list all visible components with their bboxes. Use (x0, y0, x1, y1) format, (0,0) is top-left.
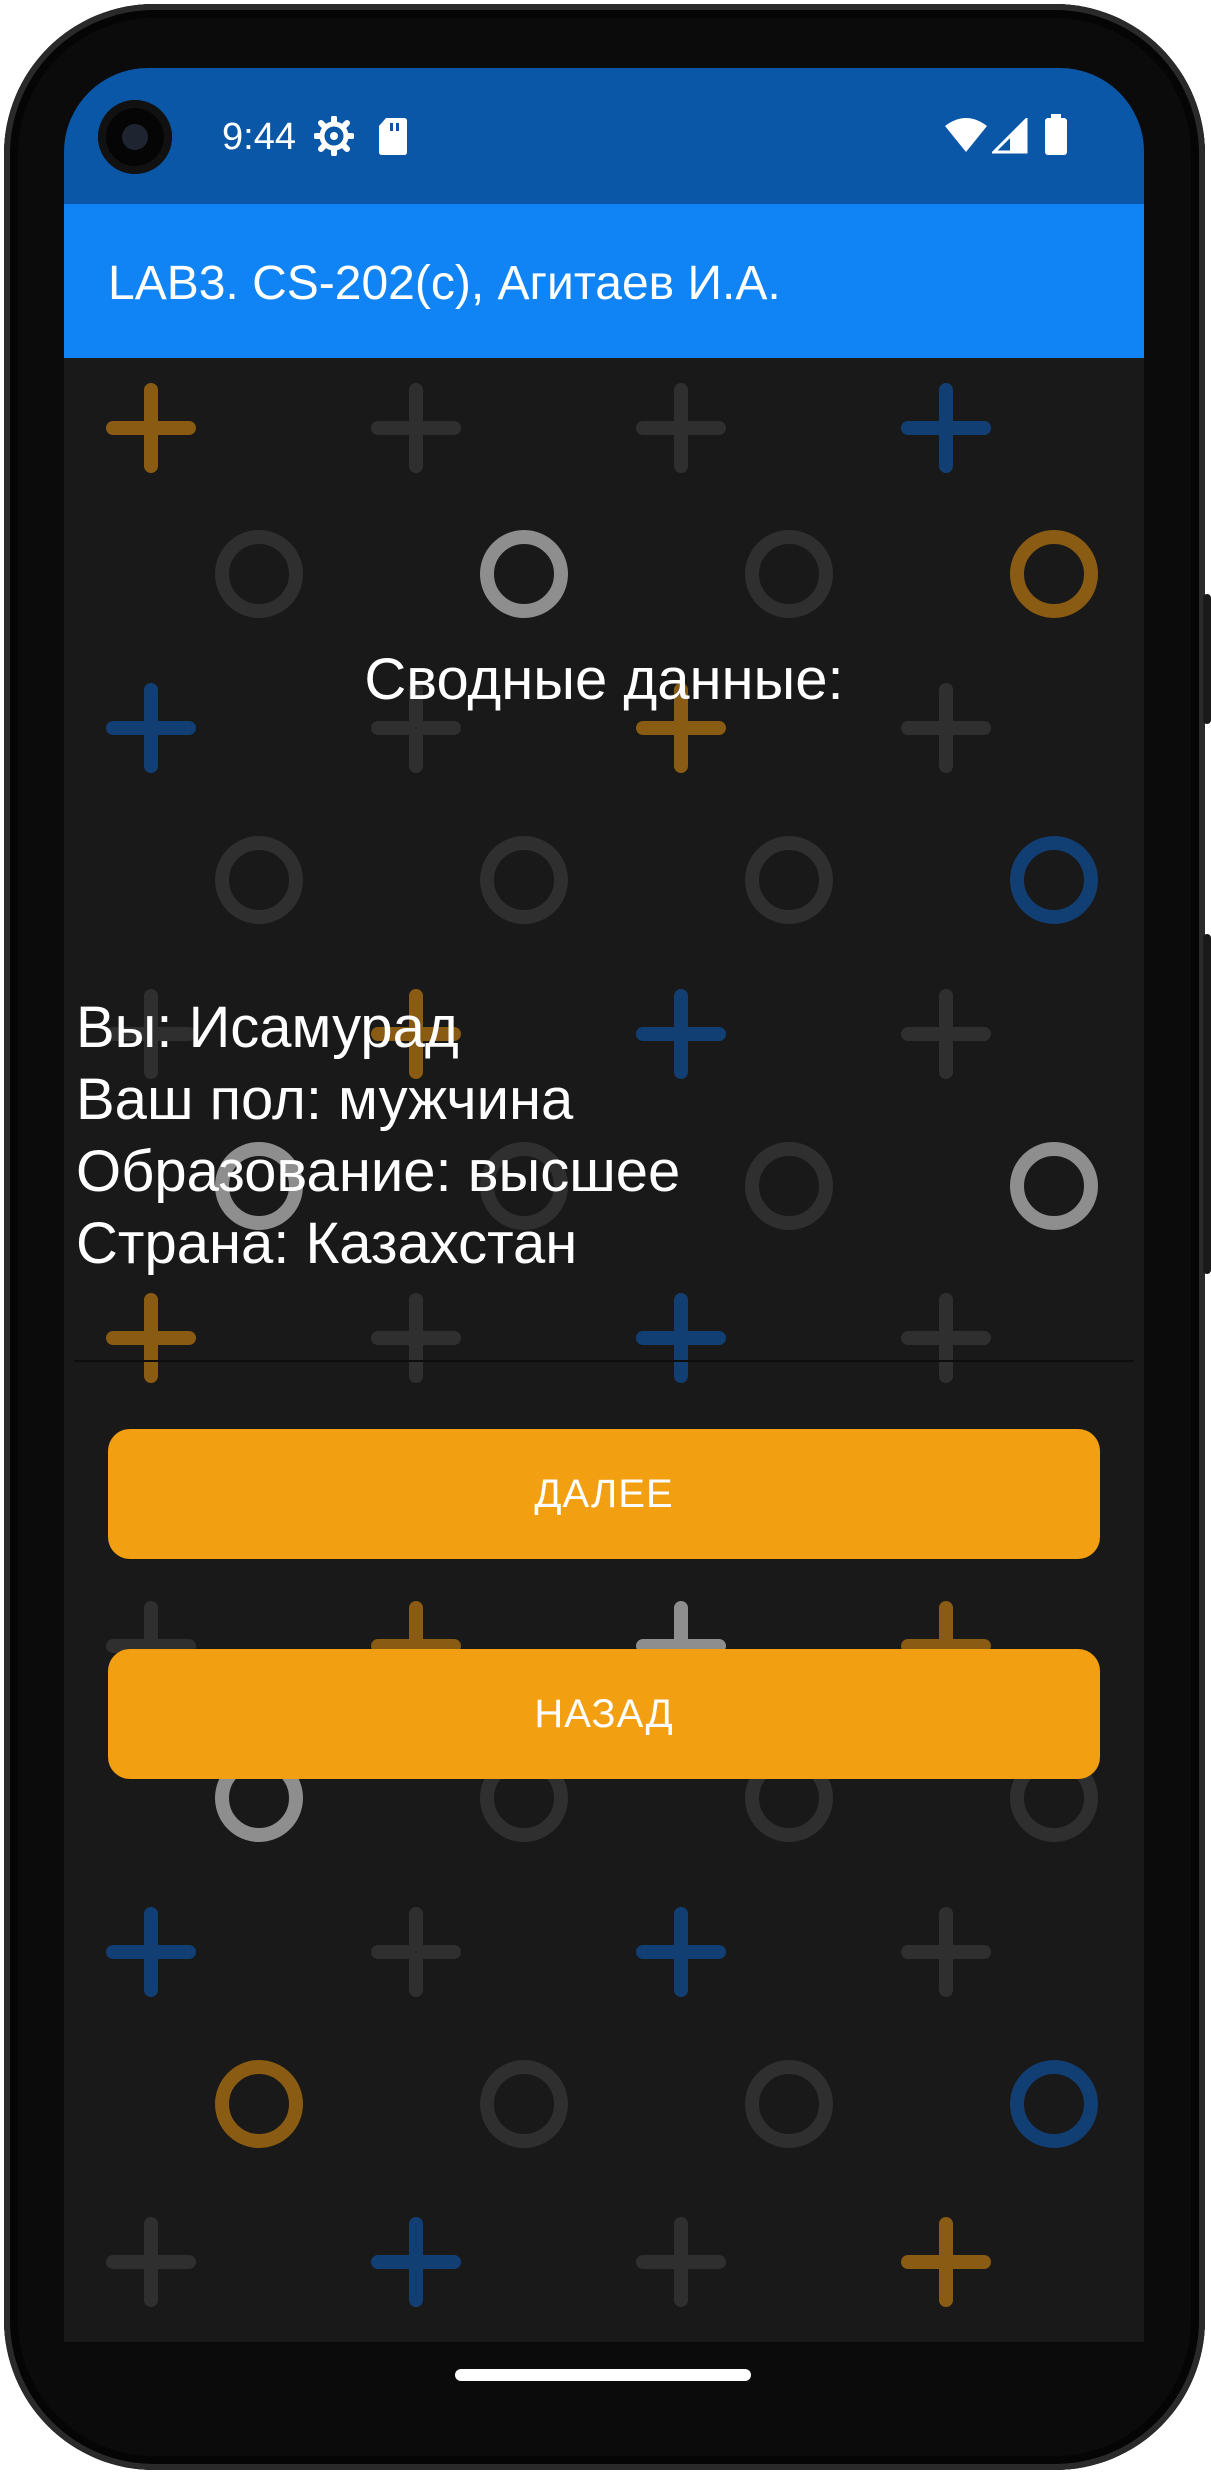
plus-icon (636, 989, 726, 1079)
sd-card-icon (379, 118, 407, 155)
plus-icon (901, 989, 991, 1079)
app-title: LAB3. CS-202(с), Агитаев И.А. (108, 257, 781, 310)
summary-country-line: Страна: Казахстан (76, 1211, 578, 1276)
circle-icon (1010, 2060, 1098, 2148)
summary-name-line: Вы: Исамурад (76, 995, 459, 1060)
circle-icon (215, 530, 303, 618)
circle-icon (215, 836, 303, 924)
circle-icon (745, 1142, 833, 1230)
signal-icon (992, 118, 1028, 154)
plus-icon (636, 1907, 726, 1997)
volume-button (1203, 594, 1211, 724)
circle-icon (215, 2060, 303, 2148)
summary-education-line: Образование: высшее (76, 1139, 681, 1204)
circle-icon (1010, 836, 1098, 924)
summary-gender-line: Ваш пол: мужчина (76, 1067, 574, 1132)
plus-icon (371, 2217, 461, 2307)
phone-frame: 9:44 LAB3. CS-202(с), Агитаев И.А. Сводн… (4, 4, 1211, 2470)
plus-icon (106, 2217, 196, 2307)
circle-icon (480, 530, 568, 618)
next-button[interactable]: ДАЛЕЕ (108, 1429, 1100, 1559)
plus-icon (901, 1293, 991, 1383)
power-button (1203, 934, 1211, 1274)
status-time: 9:44 (222, 116, 296, 158)
plus-icon (371, 383, 461, 473)
circle-icon (745, 2060, 833, 2148)
plus-icon (636, 1293, 726, 1383)
circle-icon (1010, 530, 1098, 618)
home-indicator[interactable] (455, 2369, 751, 2381)
circle-icon (1010, 1142, 1098, 1230)
plus-icon (901, 2217, 991, 2307)
plus-icon (106, 1293, 196, 1383)
plus-icon (106, 1907, 196, 1997)
settings-gear-icon (314, 116, 354, 156)
status-bar: 9:44 (64, 68, 1144, 204)
summary-heading: Сводные данные: (364, 647, 844, 712)
screen: 9:44 LAB3. CS-202(с), Агитаев И.А. Сводн… (64, 68, 1144, 2342)
battery-icon (1045, 114, 1067, 155)
wifi-icon (945, 118, 987, 152)
plus-icon (371, 1907, 461, 1997)
circle-icon (480, 2060, 568, 2148)
back-button[interactable]: НАЗАД (108, 1649, 1100, 1779)
plus-icon (636, 2217, 726, 2307)
plus-icon (901, 383, 991, 473)
divider (74, 1360, 1134, 1362)
plus-icon (636, 383, 726, 473)
plus-icon (371, 1293, 461, 1383)
app-bar: LAB3. CS-202(с), Агитаев И.А. (64, 204, 1144, 358)
plus-icon (901, 1907, 991, 1997)
plus-icon (106, 383, 196, 473)
circle-icon (745, 836, 833, 924)
circle-icon (480, 836, 568, 924)
circle-icon (745, 530, 833, 618)
front-camera (98, 100, 172, 174)
